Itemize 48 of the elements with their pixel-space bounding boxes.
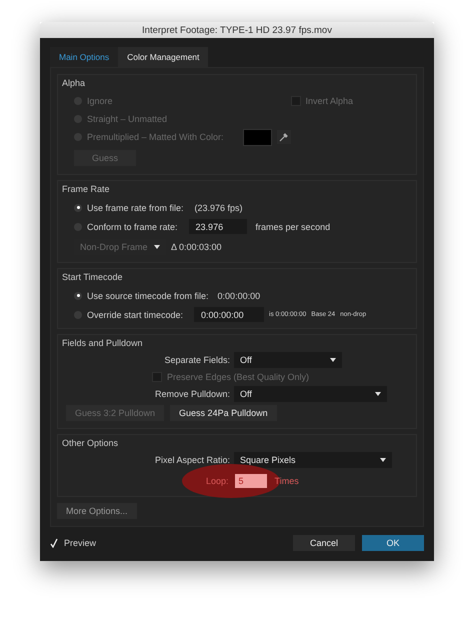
separate-fields-dropdown[interactable]: Off bbox=[234, 352, 342, 368]
checkbox-label: Preserve Edges (Best Quality Only) bbox=[167, 372, 310, 382]
duration-label: Δ 0:00:03:00 bbox=[171, 242, 222, 252]
option-label: Use source timecode from file: bbox=[87, 290, 209, 300]
field-label: Pixel Aspect Ratio: bbox=[154, 455, 230, 465]
caret-icon bbox=[380, 458, 386, 462]
cancel-button[interactable]: Cancel bbox=[293, 535, 355, 551]
unit-label: frames per second bbox=[256, 222, 330, 232]
field-label: Separate Fields: bbox=[163, 355, 230, 365]
option-label: Conform to frame rate: bbox=[87, 222, 178, 232]
frame-rate-field[interactable]: 23.976 bbox=[188, 219, 247, 234]
group-title: Alpha bbox=[62, 78, 86, 88]
dropdown-value: Non-Drop Frame bbox=[80, 242, 148, 252]
frame-rate-value: (23.976 fps) bbox=[194, 202, 243, 212]
tab[interactable]: Main Options bbox=[50, 47, 118, 67]
radio-button[interactable] bbox=[74, 204, 82, 212]
option-label: Premultiplied – Matted With Color: bbox=[87, 132, 224, 142]
option-label: Ignore bbox=[87, 96, 113, 106]
option-label: Straight – Unmatted bbox=[87, 114, 168, 124]
option-label: Override start timecode: bbox=[87, 310, 184, 320]
dropdown-value: Square Pixels bbox=[240, 455, 296, 465]
group-title: Frame Rate bbox=[62, 184, 111, 194]
dropdown-value: Off bbox=[240, 389, 252, 399]
more-options-button[interactable]: More Options... bbox=[57, 503, 137, 519]
checkbox-label: Invert Alpha bbox=[306, 96, 354, 106]
caret-icon bbox=[375, 392, 381, 396]
loop-label: Loop: bbox=[206, 476, 229, 486]
group-title: Fields and Pulldown bbox=[62, 338, 144, 348]
window-title: Interpret Footage: TYPE-1 HD 23.97 fps.mov bbox=[142, 24, 332, 36]
field-label: Remove Pulldown: bbox=[154, 389, 230, 399]
caret-icon bbox=[330, 358, 336, 362]
group-title: Start Timecode bbox=[62, 272, 124, 282]
caret-icon bbox=[154, 245, 160, 249]
group-title: Other Options bbox=[62, 438, 120, 448]
radio-button[interactable] bbox=[74, 292, 82, 300]
tab[interactable]: Color Management bbox=[118, 47, 208, 67]
remove-pulldown-dropdown[interactable]: Off bbox=[234, 386, 387, 402]
pulldown-button[interactable]: Guess 24Pa Pulldown bbox=[170, 405, 277, 421]
checkmark-icon[interactable] bbox=[50, 538, 58, 548]
timecode-value: 0:00:00:00 bbox=[218, 290, 260, 300]
checkbox-label: Preview bbox=[64, 538, 96, 548]
option-label: Use frame rate from file: bbox=[87, 202, 184, 212]
dropdown-value: Off bbox=[240, 355, 252, 365]
ok-button[interactable]: OK bbox=[362, 535, 424, 551]
eyedropper-icon[interactable] bbox=[276, 130, 291, 144]
timecode-field[interactable]: 0:00:00:00 bbox=[194, 307, 264, 322]
loop-unit: Times bbox=[274, 476, 299, 486]
pixel-aspect-dropdown[interactable]: Square Pixels bbox=[234, 452, 392, 468]
